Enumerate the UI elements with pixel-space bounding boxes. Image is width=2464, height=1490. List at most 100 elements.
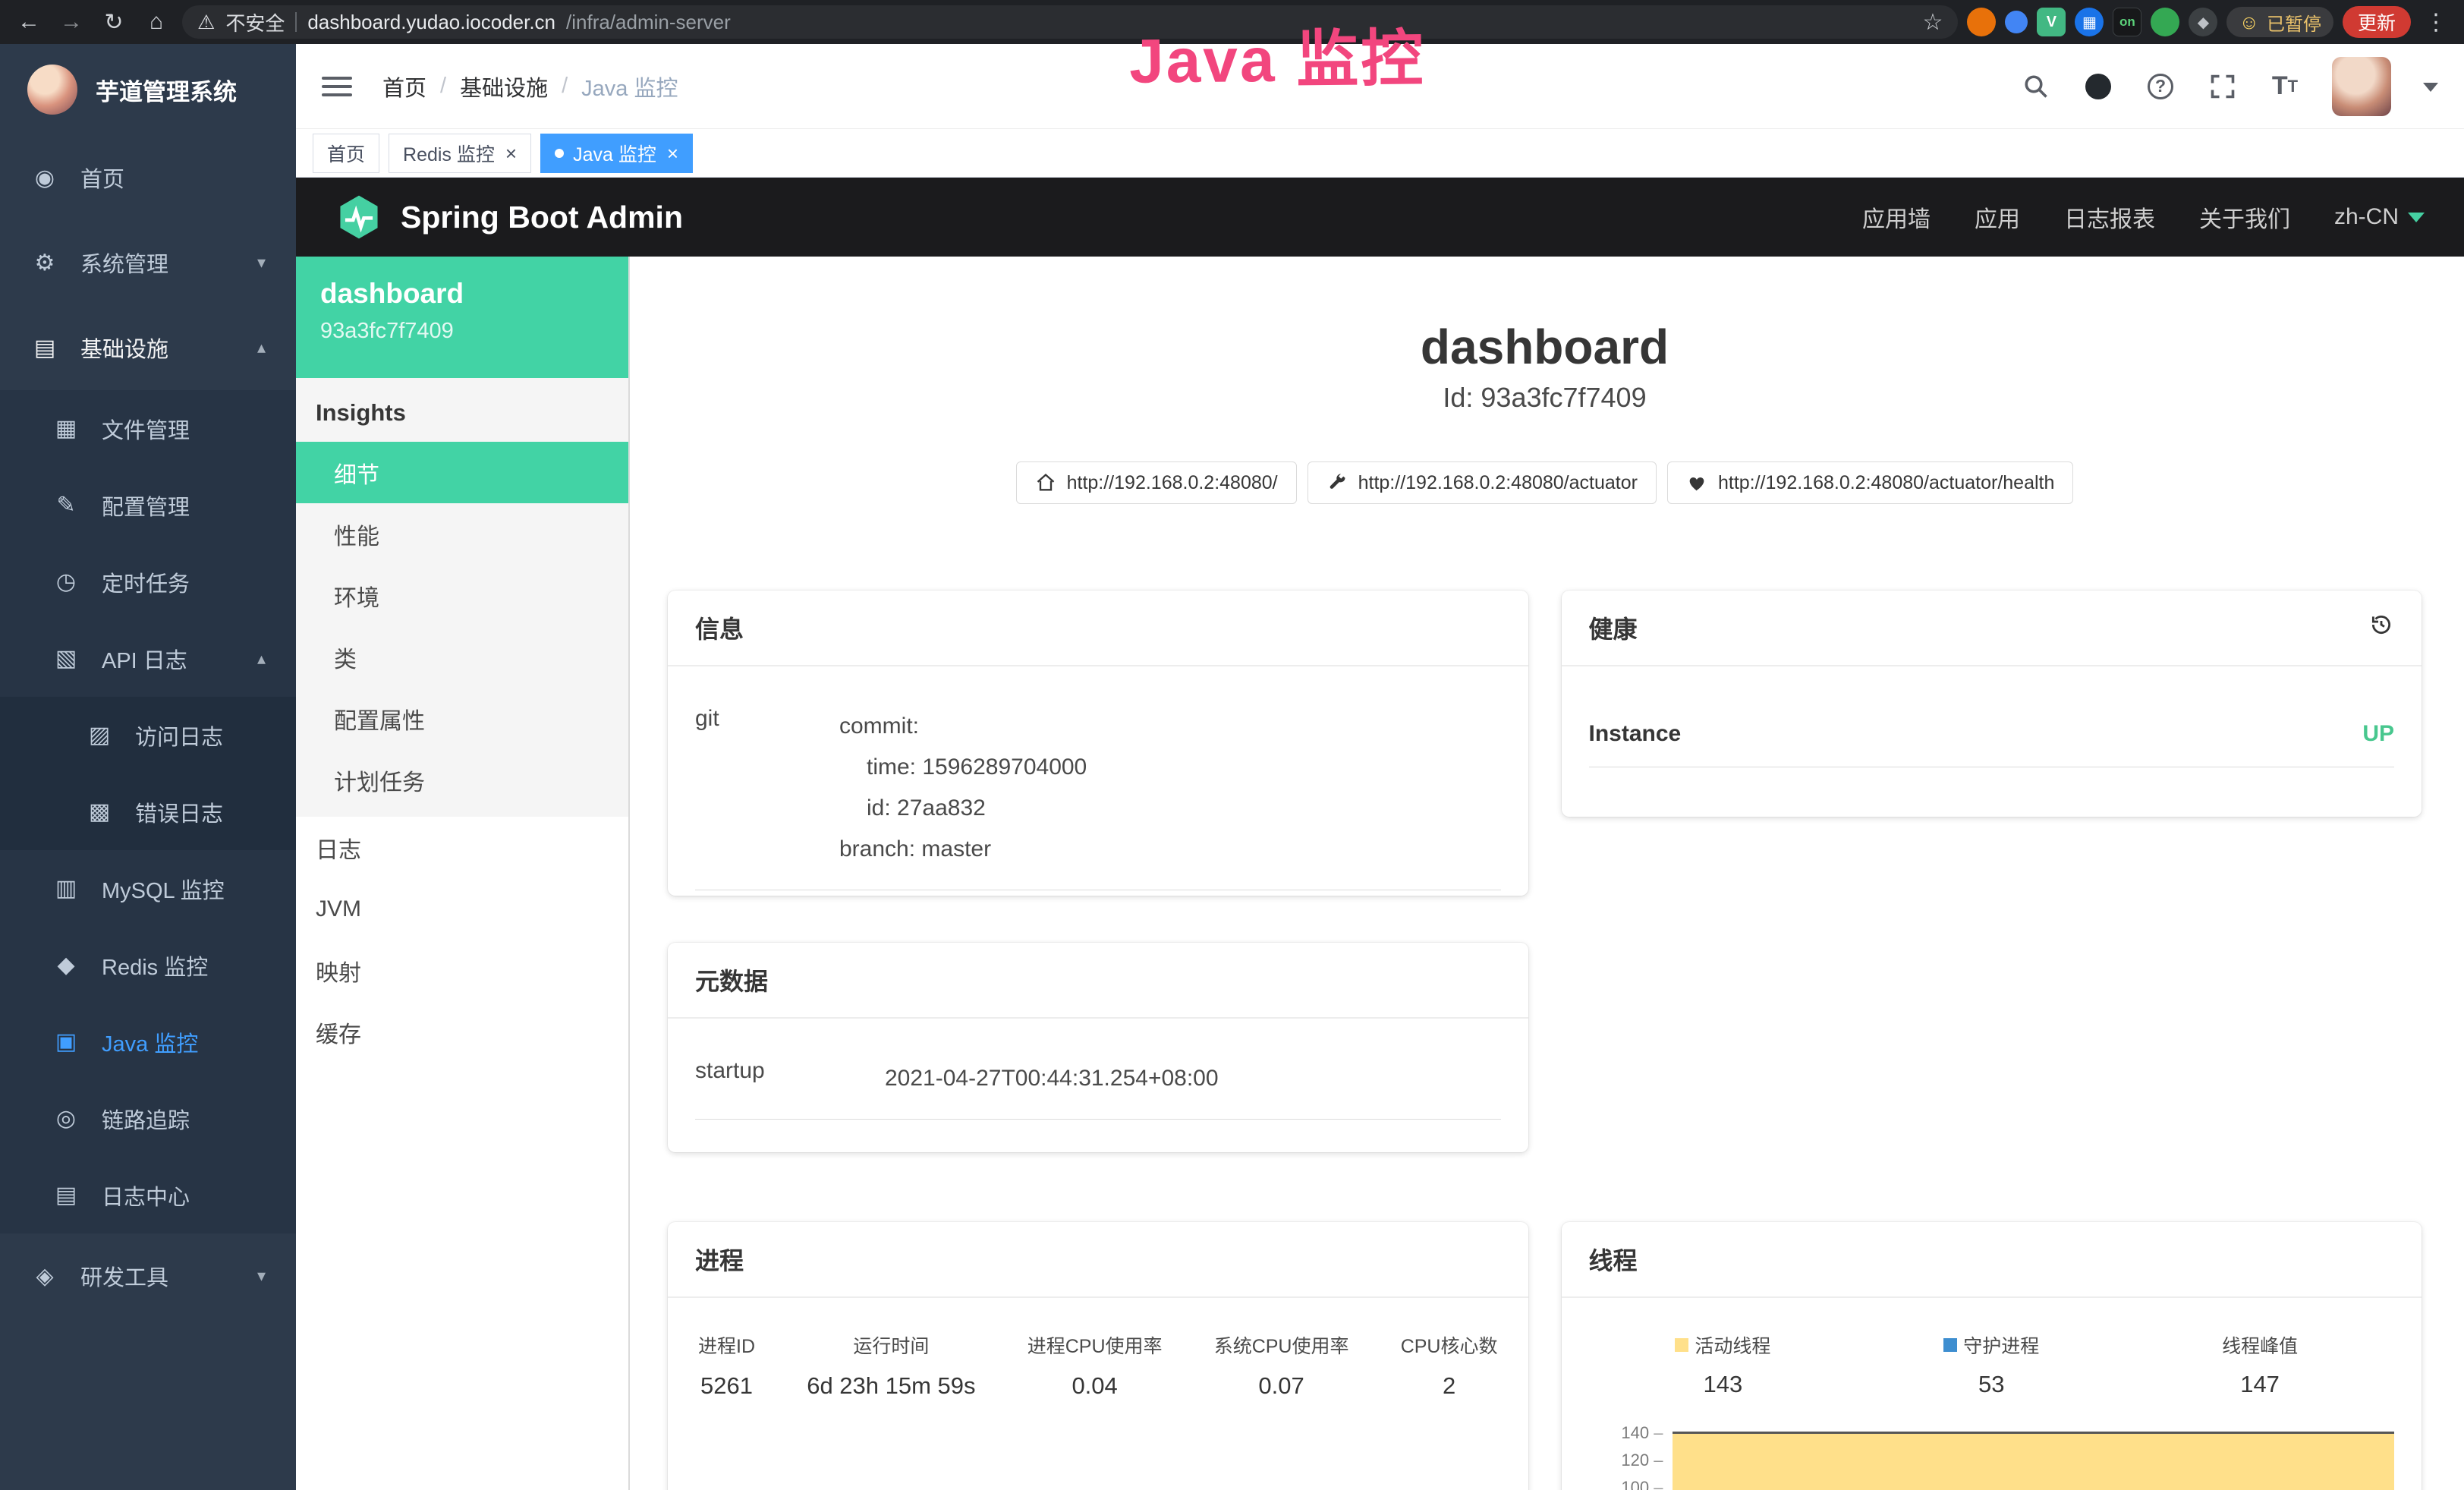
- health-instance-label: Instance: [1589, 721, 1682, 747]
- sba-nav-applications[interactable]: 应用: [1975, 200, 2020, 234]
- app-header: 首页 / 基础设施 / Java 监控 ? TT: [296, 44, 2464, 129]
- fullscreen-icon[interactable]: [2208, 71, 2238, 102]
- tab-home[interactable]: 首页: [313, 134, 379, 173]
- forward-icon[interactable]: →: [55, 5, 88, 39]
- sidebar-item-error-log[interactable]: ▩ 错误日志: [0, 773, 296, 850]
- extension-icon-green[interactable]: [2151, 8, 2179, 36]
- service-url-link[interactable]: http://192.168.0.2:48080/: [1016, 461, 1297, 504]
- error-log-icon: ▩: [85, 799, 114, 825]
- browser-menu-icon[interactable]: ⋮: [2420, 9, 2452, 36]
- omnibox-divider: [295, 12, 297, 32]
- extension-icon-blue[interactable]: [2005, 11, 2028, 33]
- tab-redis-monitor[interactable]: Redis 监控 ×: [389, 134, 531, 173]
- sidebar-item-redis[interactable]: ◆ Redis 监控: [0, 927, 296, 1003]
- gear-icon: ⚙: [30, 250, 59, 276]
- instance-menu-caches[interactable]: 缓存: [296, 1001, 628, 1063]
- breadcrumb-home[interactable]: 首页: [382, 71, 426, 102]
- back-icon[interactable]: ←: [12, 5, 46, 39]
- extensions-puzzle-icon[interactable]: ◆: [2189, 8, 2217, 36]
- sba-locale-select[interactable]: zh-CN: [2334, 203, 2425, 231]
- reload-icon[interactable]: ↻: [97, 5, 131, 39]
- instance-header[interactable]: dashboard 93a3fc7f7409: [296, 257, 628, 378]
- process-card: 进程 进程ID5261 运行时间6d 23h 15m 59s 进程CPU使用率0…: [668, 1222, 1528, 1490]
- instance-menu-performance[interactable]: 性能: [296, 503, 628, 565]
- main-content: dashboard Id: 93a3fc7f7409 http://192.16…: [630, 257, 2464, 1490]
- api-log-submenu: ▨ 访问日志 ▩ 错误日志: [0, 697, 296, 850]
- tab-close-icon[interactable]: ×: [505, 143, 517, 163]
- vue-devtools-icon[interactable]: V: [2037, 8, 2066, 36]
- search-icon[interactable]: [2021, 71, 2051, 102]
- instance-menu-mappings[interactable]: 映射: [296, 940, 628, 1001]
- actuator-url-link[interactable]: http://192.168.0.2:48080/actuator: [1308, 461, 1657, 504]
- sidebar-item-home[interactable]: ◉ 首页: [0, 135, 296, 220]
- user-avatar[interactable]: [2332, 57, 2391, 116]
- threads-card: 线程 活动线程 143 守护进程 53: [1562, 1222, 2422, 1490]
- sba-brand[interactable]: Spring Boot Admin: [335, 194, 683, 241]
- instance-id: 93a3fc7f7409: [320, 319, 604, 344]
- sidebar-item-system[interactable]: ⚙ 系统管理 ▾: [0, 220, 296, 305]
- process-table: 进程ID5261 运行时间6d 23h 15m 59s 进程CPU使用率0.04…: [695, 1321, 1501, 1400]
- insights-group: Insights 细节 性能 环境 类 配置属性 计划任务: [296, 378, 628, 817]
- font-size-icon[interactable]: TT: [2270, 71, 2300, 102]
- browser-home-icon[interactable]: ⌂: [140, 5, 173, 39]
- sidebar-item-devtools[interactable]: ◈ 研发工具 ▾: [0, 1233, 296, 1318]
- hamburger-icon[interactable]: [322, 71, 352, 102]
- breadcrumb: 首页 / 基础设施 / Java 监控: [382, 71, 678, 102]
- info-card-title: 信息: [695, 610, 744, 645]
- sidebar-item-config[interactable]: ✎ 配置管理: [0, 467, 296, 543]
- sidebar-item-tracing[interactable]: ◎ 链路追踪: [0, 1080, 296, 1157]
- sba-nav-journal[interactable]: 日志报表: [2064, 200, 2155, 234]
- sba-nav-about[interactable]: 关于我们: [2199, 200, 2290, 234]
- avatar-caret-down-icon[interactable]: [2423, 83, 2438, 99]
- browser-update-button[interactable]: 更新: [2343, 6, 2411, 38]
- instance-menu-details[interactable]: 细节: [296, 442, 628, 503]
- info-card: 信息 git commit: time: 1596289704000 id: 2…: [668, 591, 1528, 896]
- startup-key: startup: [695, 1058, 885, 1099]
- extension-icon-orange[interactable]: [1967, 8, 1996, 36]
- sidebar-logo[interactable]: 芋道管理系统: [0, 44, 296, 135]
- instance-menu-logs[interactable]: 日志: [296, 817, 628, 878]
- sidebar-item-java[interactable]: ▣ Java 监控: [0, 1003, 296, 1080]
- instance-menu-jvm[interactable]: JVM: [296, 878, 628, 940]
- active-threads-swatch: [1675, 1338, 1688, 1352]
- locale-caret-down-icon: [2408, 213, 2425, 231]
- sidebar-item-job[interactable]: ◷ 定时任务: [0, 543, 296, 620]
- chevron-down-icon: ▾: [257, 1266, 266, 1286]
- api-log-icon: ▧: [52, 645, 80, 672]
- help-icon[interactable]: ?: [2145, 71, 2176, 102]
- sidebar-item-log-center[interactable]: ▤ 日志中心: [0, 1157, 296, 1233]
- profile-paused-badge[interactable]: ☺ 已暂停: [2226, 7, 2333, 37]
- extension-icon-grid[interactable]: ▦: [2075, 8, 2104, 36]
- breadcrumb-infrastructure[interactable]: 基础设施: [460, 71, 548, 102]
- health-url-link[interactable]: http://192.168.0.2:48080/actuator/health: [1667, 461, 2073, 504]
- instance-menu-environment[interactable]: 环境: [296, 565, 628, 626]
- bookmark-star-icon[interactable]: ☆: [1923, 9, 1943, 36]
- dashboard-icon: ◉: [30, 165, 59, 191]
- admin-sidebar: 芋道管理系统 ◉ 首页 ⚙ 系统管理 ▾ ▤ 基础设施 ▴ ▦ 文件管理 ✎ 配…: [0, 44, 296, 1490]
- on-badge: on: [2119, 14, 2135, 30]
- extension-icon-on-switch[interactable]: on: [2113, 8, 2141, 36]
- address-bar[interactable]: ⚠ 不安全 dashboard.yudao.iocoder.cn /infra/…: [182, 5, 1958, 39]
- instance-menu-classes[interactable]: 类: [296, 626, 628, 688]
- tab-close-icon[interactable]: ×: [667, 143, 678, 163]
- devtools-icon: ◈: [30, 1263, 59, 1290]
- chevron-down-icon: ▾: [257, 253, 266, 272]
- instance-links: http://192.168.0.2:48080/ http://192.168…: [668, 461, 2422, 504]
- sba-nav-wallboard[interactable]: 应用墙: [1862, 200, 1931, 234]
- health-heart-icon: [1686, 472, 1707, 493]
- page-subtitle: Id: 93a3fc7f7409: [668, 383, 2422, 413]
- threads-card-title: 线程: [1589, 1242, 1638, 1277]
- sidebar-item-mysql[interactable]: ▥ MySQL 监控: [0, 850, 296, 927]
- security-label: 不安全: [225, 8, 285, 36]
- sidebar-item-api-log[interactable]: ▧ API 日志 ▴: [0, 620, 296, 697]
- sidebar-item-file[interactable]: ▦ 文件管理: [0, 390, 296, 467]
- instance-menu-config-props[interactable]: 配置属性: [296, 688, 628, 749]
- instance-menu-scheduled-tasks[interactable]: 计划任务: [296, 749, 628, 811]
- threads-legend: 活动线程 143 守护进程 53 线程峰值 147: [1589, 1321, 2395, 1398]
- health-history-icon[interactable]: [2368, 612, 2394, 644]
- tab-java-monitor[interactable]: Java 监控 ×: [540, 134, 693, 173]
- edit-icon: ✎: [52, 492, 80, 518]
- sidebar-item-infrastructure[interactable]: ▤ 基础设施 ▴: [0, 305, 296, 390]
- sidebar-item-access-log[interactable]: ▨ 访问日志: [0, 697, 296, 773]
- github-icon[interactable]: [2083, 71, 2113, 102]
